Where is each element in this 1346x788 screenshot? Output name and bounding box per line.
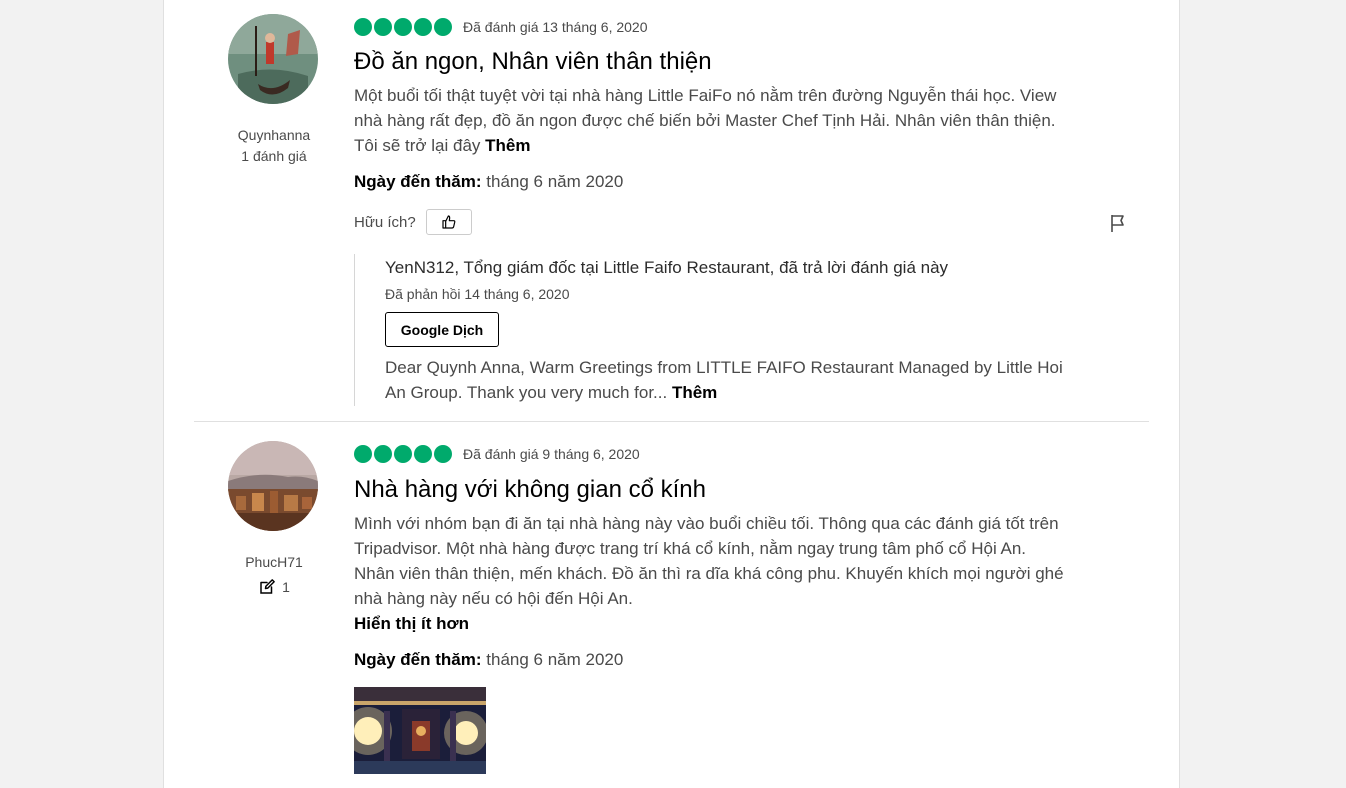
- helpful-label: Hữu ích?: [354, 213, 416, 231]
- helpful-vote-button[interactable]: [425, 209, 472, 235]
- rating-bubble-icon: [394, 18, 412, 36]
- username[interactable]: Quynhanna: [194, 127, 354, 143]
- rated-date: Đã đánh giá 9 tháng 6, 2020: [463, 446, 640, 462]
- visit-date-label: Ngày đến thăm:: [354, 650, 482, 669]
- visit-date-label: Ngày đến thăm:: [354, 172, 482, 191]
- rating-bubble-icon: [434, 18, 452, 36]
- username[interactable]: PhucH71: [194, 554, 354, 570]
- response-body-text: Dear Quynh Anna, Warm Greetings from LIT…: [385, 358, 1063, 402]
- rating-bubble-icon: [354, 18, 372, 36]
- rating-bubble-icon: [414, 445, 432, 463]
- rated-date: Đã đánh giá 13 tháng 6, 2020: [463, 19, 648, 35]
- review-divider: [194, 421, 1149, 422]
- rating-bubbles: [354, 445, 452, 463]
- rating-row: Đã đánh giá 13 tháng 6, 2020: [354, 18, 648, 36]
- thumbs-up-icon: [442, 215, 456, 229]
- response-title: YenN312, Tổng giám đốc tại Little Faifo …: [385, 258, 949, 277]
- review-photo-image: [354, 687, 486, 774]
- avatar[interactable]: [228, 441, 318, 531]
- edit-icon: [260, 579, 275, 594]
- review-body: Một buổi tối thật tuyệt vời tại nhà hàng…: [354, 83, 1064, 158]
- rating-bubble-icon: [414, 18, 432, 36]
- rating-bubble-icon: [394, 445, 412, 463]
- rating-bubble-icon: [374, 18, 392, 36]
- review-photo[interactable]: [354, 687, 486, 774]
- contribution-count: 1: [194, 578, 354, 596]
- contribution-count: 1 đánh giá: [241, 148, 307, 164]
- flag-icon[interactable]: [1108, 213, 1128, 233]
- visit-date-value: tháng 6 năm 2020: [486, 650, 624, 669]
- avatar[interactable]: [228, 14, 318, 104]
- google-translate-button[interactable]: Google Dịch: [385, 312, 499, 347]
- review-body-text: Một buổi tối thật tuyệt vời tại nhà hàng…: [354, 86, 1057, 155]
- review-body-text: Mình với nhóm bạn đi ăn tại nhà hàng này…: [354, 514, 1064, 608]
- avatar-image: [228, 14, 318, 104]
- visit-date: Ngày đến thăm: tháng 6 năm 2020: [354, 172, 623, 192]
- visit-date: Ngày đến thăm: tháng 6 năm 2020: [354, 650, 623, 670]
- rating-bubbles: [354, 18, 452, 36]
- owner-response: YenN312, Tổng giám đốc tại Little Faifo …: [354, 254, 1075, 406]
- rating-bubble-icon: [374, 445, 392, 463]
- show-less-link[interactable]: Hiển thị ít hơn: [354, 611, 1064, 636]
- visit-date-value: tháng 6 năm 2020: [486, 172, 624, 191]
- rating-row: Đã đánh giá 9 tháng 6, 2020: [354, 445, 640, 463]
- rating-bubble-icon: [434, 445, 452, 463]
- helpful-row: Hữu ích?: [354, 209, 472, 235]
- review-title[interactable]: Nhà hàng với không gian cổ kính: [354, 476, 706, 504]
- response-body: Dear Quynh Anna, Warm Greetings from LIT…: [385, 355, 1075, 405]
- review-body: Mình với nhóm bạn đi ăn tại nhà hàng này…: [354, 511, 1064, 636]
- contribution-count-value: 1: [282, 579, 290, 595]
- response-date: Đã phản hồi 14 tháng 6, 2020: [385, 286, 570, 302]
- avatar-image: [228, 441, 318, 531]
- response-read-more-link[interactable]: Thêm: [672, 383, 717, 402]
- review-title[interactable]: Đồ ăn ngon, Nhân viên thân thiện: [354, 48, 712, 76]
- reviews-panel: Quynhanna 1 đánh giá Đã đánh giá 13 thán…: [163, 0, 1180, 788]
- rating-bubble-icon: [354, 445, 372, 463]
- read-more-link[interactable]: Thêm: [485, 136, 530, 155]
